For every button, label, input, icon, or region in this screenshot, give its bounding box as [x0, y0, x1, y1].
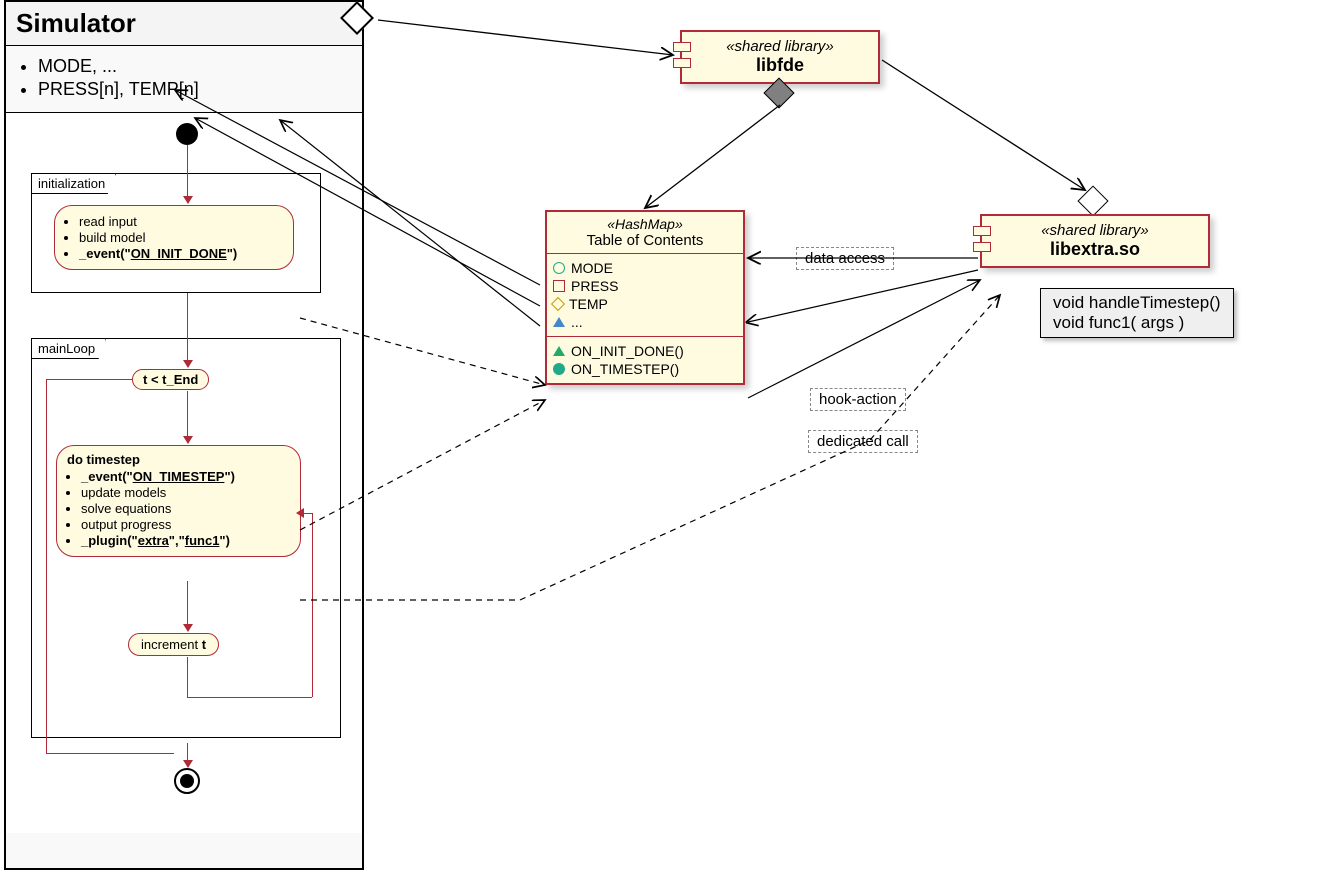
bullet-circle-fill-icon [553, 363, 565, 375]
timestep-activity: do timestep _event("ON_TIMESTEP") update… [56, 445, 301, 557]
timestep-plugin: _plugin("extra","func1") [81, 533, 290, 548]
toc-hook-init-done: ON_INIT_DONE() [571, 343, 684, 359]
bullet-diamond-icon [551, 297, 565, 311]
ts-event-suffix: ") [224, 469, 235, 484]
bullet-triangle-icon [553, 317, 565, 327]
libextra-stereotype: «shared library» [994, 222, 1196, 239]
plugin-arg-func1: func1 [185, 533, 220, 548]
increment-activity: increment t [128, 633, 219, 656]
table-of-contents-class: «HashMap» Table of Contents MODE PRESS T… [545, 210, 745, 385]
flow-arrow [187, 581, 188, 631]
event-call-suffix: ") [227, 246, 238, 261]
libextra-methods-note: void handleTimestep() void func1( args ) [1040, 288, 1234, 338]
simulator-class: Simulator MODE, ... PRESS[n], TEMP[n] in… [4, 0, 364, 870]
flow-arrow [187, 293, 188, 367]
simulator-activity-body: initialization read input build model _e… [6, 113, 362, 833]
flow-line [46, 379, 47, 753]
toc-item-more: ... [571, 314, 583, 330]
bullet-circle-icon [553, 262, 565, 274]
incr-var: t [202, 637, 206, 652]
event-call-prefix: _event(" [79, 246, 131, 261]
timestep-heading: do timestep [67, 452, 140, 467]
toc-item-mode: MODE [571, 260, 613, 276]
initial-node-icon [176, 123, 198, 145]
final-node-icon [174, 768, 200, 794]
toc-name: Table of Contents [551, 232, 739, 249]
component-tab-icon [673, 42, 691, 52]
event-name-init-done: ON_INIT_DONE [131, 246, 227, 261]
arrowhead-icon [296, 508, 304, 518]
mainloop-frame-label: mainLoop [31, 338, 106, 359]
method-handle-timestep: void handleTimestep() [1053, 293, 1221, 313]
init-activity: read input build model _event("ON_INIT_D… [54, 205, 294, 270]
init-step-event: _event("ON_INIT_DONE") [79, 246, 283, 261]
simulator-attributes: MODE, ... PRESS[n], TEMP[n] [6, 46, 362, 113]
timestep-event: _event("ON_TIMESTEP") [81, 469, 290, 484]
toc-stereotype: «HashMap» [551, 216, 739, 232]
toc-item-press: PRESS [571, 278, 618, 294]
libfde-stereotype: «shared library» [694, 38, 866, 55]
component-tab-icon [973, 226, 991, 236]
loop-guard: t < t_End [132, 369, 209, 390]
event-name-on-timestep: ON_TIMESTEP [133, 469, 225, 484]
flow-arrow [187, 391, 188, 443]
flow-arrow [187, 743, 188, 767]
bullet-square-icon [553, 280, 565, 292]
init-step-read: read input [79, 214, 283, 229]
timestep-update: update models [81, 485, 290, 500]
sim-attr-mode: MODE, ... [38, 56, 352, 77]
bullet-triangle-fill-icon [553, 346, 565, 356]
toc-hook-timestep: ON_TIMESTEP() [571, 361, 679, 377]
incr-prefix: increment [141, 637, 202, 652]
toc-item-temp: TEMP [569, 296, 608, 312]
plugin-prefix: _plugin(" [81, 533, 138, 548]
flow-line [46, 379, 132, 380]
label-hook-action: hook-action [810, 388, 906, 411]
plugin-suffix: ") [219, 533, 230, 548]
plugin-mid: "," [169, 533, 185, 548]
toc-data-section: MODE PRESS TEMP ... [547, 254, 743, 337]
libextra-component: «shared library» libextra.so [980, 214, 1210, 268]
plugin-arg-extra: extra [138, 533, 169, 548]
simulator-title: Simulator [6, 2, 362, 46]
label-data-access: data access [796, 247, 894, 270]
libextra-name: libextra.so [994, 239, 1196, 260]
flow-line [187, 697, 312, 698]
toc-hooks-section: ON_INIT_DONE() ON_TIMESTEP() [547, 337, 743, 383]
flow-line [187, 657, 188, 697]
sim-attr-arrays: PRESS[n], TEMP[n] [38, 79, 352, 100]
flow-line [46, 753, 174, 754]
timestep-output: output progress [81, 517, 290, 532]
component-tab-icon [973, 242, 991, 252]
method-func1: void func1( args ) [1053, 313, 1221, 333]
label-dedicated-call: dedicated call [808, 430, 918, 453]
aggregation-diamond-icon [1077, 185, 1108, 216]
timestep-solve: solve equations [81, 501, 290, 516]
libfde-name: libfde [694, 55, 866, 76]
flow-arrow [187, 145, 188, 203]
ts-event-prefix: _event(" [81, 469, 133, 484]
init-step-build: build model [79, 230, 283, 245]
component-tab-icon [673, 58, 691, 68]
initialization-frame-label: initialization [31, 173, 116, 194]
libfde-component: «shared library» libfde [680, 30, 880, 84]
flow-line [312, 513, 313, 697]
